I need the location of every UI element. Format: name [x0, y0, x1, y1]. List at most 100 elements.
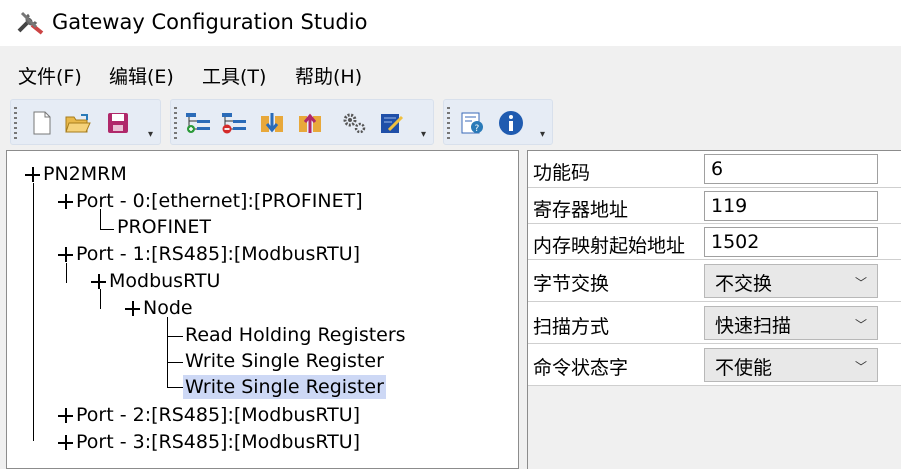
tree-line: [66, 263, 67, 283]
register-address-input[interactable]: [704, 191, 878, 221]
tree-node-label: Port - 0:[ethernet]:[PROFINET]: [76, 190, 363, 212]
select-value: 不交换: [715, 273, 773, 295]
tree-node-label: PROFINET: [117, 216, 211, 238]
chevron-down-icon: ﹀: [854, 360, 867, 374]
scan-mode-select[interactable]: 快速扫描 ﹀: [704, 306, 878, 340]
prop-label: 内存映射起始地址: [533, 235, 686, 257]
prop-label: 寄存器地址: [533, 199, 629, 221]
memory-map-start-input[interactable]: [704, 227, 878, 257]
device-tree: PN2MRM Port - 0:[ethernet]:[PROFINET] PR…: [6, 150, 519, 469]
tree-node-label: Port - 2:[RS485]:[ModbusRTU]: [76, 404, 361, 426]
delete-node-icon: [222, 113, 246, 134]
menu-tools[interactable]: 工具(T): [202, 62, 266, 89]
window-title: Gateway Configuration Studio: [52, 10, 368, 34]
tree-node-label: PN2MRM: [43, 163, 127, 185]
tree-node-port3[interactable]: Port - 3:[RS485]:[ModbusRTU]: [58, 430, 360, 454]
toolbar-overflow-icon[interactable]: ▾: [148, 129, 153, 140]
toolbar-overflow-icon[interactable]: ▾: [540, 129, 545, 140]
tree-node-label: Node: [143, 297, 193, 319]
tree-node-port0[interactable]: Port - 0:[ethernet]:[PROFINET]: [58, 189, 363, 213]
report-help-icon: ?: [461, 112, 483, 134]
toolbar-grip[interactable]: [447, 107, 450, 139]
prop-row-function-code: 功能码: [528, 151, 901, 188]
svg-text:?: ?: [475, 124, 480, 134]
tree-node-label: Write Single Register: [185, 350, 384, 372]
toolbar-file: ▾: [10, 99, 161, 145]
function-code-input[interactable]: [704, 154, 878, 184]
new-file-button[interactable]: [29, 110, 55, 136]
menu-file[interactable]: 文件(F): [18, 62, 82, 89]
tree-line: [100, 229, 114, 230]
prop-label: 命令状态字: [533, 357, 629, 379]
chevron-down-icon: ﹀: [854, 276, 867, 290]
collapse-icon[interactable]: [125, 301, 140, 316]
expand-icon[interactable]: [58, 408, 73, 423]
prop-row-command-status: 命令状态字 不使能 ﹀: [528, 344, 901, 386]
tree-node-modbusrtu[interactable]: ModbusRTU: [91, 269, 220, 293]
toolbar-help: ? ▾: [443, 99, 553, 145]
expand-icon[interactable]: [58, 435, 73, 450]
prop-row-memory-map-start: 内存映射起始地址: [528, 224, 901, 260]
delete-node-button[interactable]: [221, 110, 247, 136]
byte-swap-select[interactable]: 不交换 ﹀: [704, 264, 878, 298]
tools-icon: [17, 11, 44, 35]
select-value: 快速扫描: [715, 315, 792, 337]
download-icon: [261, 113, 283, 133]
menu-help[interactable]: 帮助(H): [295, 62, 362, 89]
tree-node-write-single-register[interactable]: Write Single Register: [185, 349, 384, 373]
tree-node-label: ModbusRTU: [109, 270, 221, 292]
select-value: 不使能: [715, 357, 773, 379]
tree-node-read-holding-registers[interactable]: Read Holding Registers: [185, 323, 406, 347]
collapse-icon[interactable]: [58, 247, 73, 262]
prop-row-register-address: 寄存器地址: [528, 188, 901, 224]
open-folder-icon: [65, 114, 91, 133]
info-icon: [499, 111, 523, 135]
menu-bar: 文件(F) 编辑(E) 工具(T) 帮助(H): [0, 56, 901, 92]
add-node-button[interactable]: [185, 110, 211, 136]
tree-node-port2[interactable]: Port - 2:[RS485]:[ModbusRTU]: [58, 403, 360, 427]
save-button[interactable]: [105, 110, 131, 136]
toolbar-grip[interactable]: [14, 107, 17, 139]
tree-node-port1[interactable]: Port - 1:[RS485]:[ModbusRTU]: [58, 242, 360, 266]
edit-note-button[interactable]: [379, 110, 405, 136]
toolbar-overflow-icon[interactable]: ▾: [421, 129, 426, 140]
menu-edit[interactable]: 编辑(E): [109, 62, 174, 89]
download-button[interactable]: [259, 110, 285, 136]
prop-row-scan-mode: 扫描方式 快速扫描 ﹀: [528, 302, 901, 344]
upload-button[interactable]: [297, 110, 323, 136]
tree-node-port0-profinet[interactable]: PROFINET: [117, 215, 211, 239]
prop-row-byte-swap: 字节交换 不交换 ﹀: [528, 260, 901, 302]
collapse-icon[interactable]: [25, 167, 40, 182]
title-bar: Gateway Configuration Studio: [0, 0, 901, 46]
settings-button[interactable]: [341, 110, 367, 136]
prop-label: 字节交换: [533, 273, 610, 295]
new-file-icon: [33, 111, 51, 135]
command-status-select[interactable]: 不使能 ﹀: [704, 348, 878, 382]
edit-note-icon: [381, 114, 404, 133]
collapse-icon[interactable]: [91, 274, 106, 289]
tree-line: [167, 317, 168, 387]
tree-node-label: Read Holding Registers: [185, 324, 406, 346]
chevron-down-icon: ﹀: [854, 318, 867, 332]
property-grid: 功能码 寄存器地址 内存映射起始地址 字节交换 不交换 ﹀ 扫描方式 快速扫描 …: [527, 150, 901, 469]
save-icon: [108, 113, 128, 133]
settings-gear-icon: [343, 113, 366, 134]
open-button[interactable]: [65, 110, 91, 136]
tree-line: [167, 336, 183, 337]
collapse-icon[interactable]: [58, 194, 73, 209]
tree-line: [167, 387, 183, 388]
toolbar-grip[interactable]: [174, 107, 177, 139]
tree-node-write-single-register-selected[interactable]: Write Single Register: [183, 375, 386, 399]
prop-label: 扫描方式: [533, 316, 610, 338]
tree-node-root[interactable]: PN2MRM: [25, 162, 127, 186]
info-button[interactable]: [498, 110, 524, 136]
add-node-icon: [186, 113, 210, 133]
tree-line: [33, 183, 34, 441]
prop-label: 功能码: [533, 162, 591, 184]
tree-node-node[interactable]: Node: [125, 296, 193, 320]
upload-icon: [299, 113, 321, 133]
tree-node-label: Port - 1:[RS485]:[ModbusRTU]: [76, 243, 361, 265]
report-help-button[interactable]: ?: [460, 110, 486, 136]
tree-node-label: Write Single Register: [185, 376, 384, 398]
tree-line: [167, 362, 183, 363]
